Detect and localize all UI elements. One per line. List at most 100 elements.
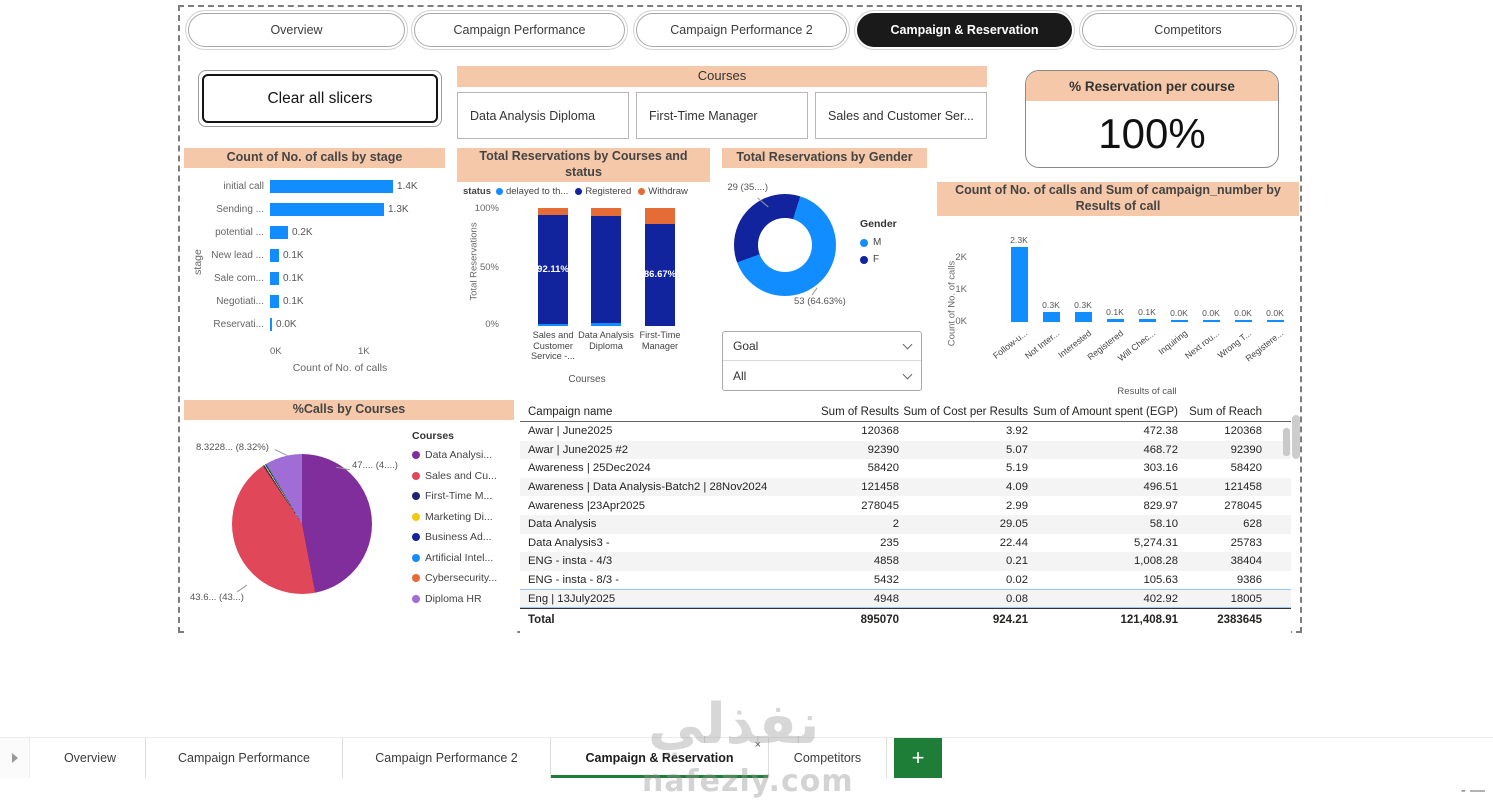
legend-item[interactable]: Business Ad... bbox=[412, 531, 497, 543]
legend-item[interactable]: F bbox=[860, 254, 897, 265]
goal-slicer: Goal All bbox=[722, 331, 922, 391]
table-header[interactable]: Campaign name Sum of Results Sum of Cost… bbox=[520, 402, 1291, 422]
legend-label: delayed to th... bbox=[505, 186, 569, 197]
status-chart-plot: Total Reservations 100% 50% 0% Courses 9… bbox=[457, 198, 710, 393]
canvas-scrollbar-thumb[interactable] bbox=[1292, 415, 1300, 459]
legend-item[interactable]: Sales and Cu... bbox=[412, 470, 497, 482]
value-cell: 4858 bbox=[873, 555, 899, 568]
table-row[interactable]: ENG - insta - 8/3 - 5432 0.02 105.63 9386 bbox=[520, 571, 1291, 590]
status-column[interactable]: 92.11% bbox=[537, 208, 569, 326]
stage-value-label: 0.0K bbox=[276, 319, 297, 330]
results-value-label: 0.1K bbox=[1106, 307, 1124, 317]
page-tab-campaign-performance-2[interactable]: Campaign Performance 2 bbox=[343, 738, 551, 778]
status-column[interactable] bbox=[591, 208, 621, 326]
legend-item[interactable]: delayed to th... bbox=[495, 186, 569, 197]
column-header[interactable]: Sum of Results bbox=[773, 406, 899, 418]
stage-bar[interactable] bbox=[270, 318, 272, 331]
top-tab-overview[interactable]: Overview bbox=[185, 10, 408, 50]
stage-bar[interactable] bbox=[270, 295, 279, 308]
column-header[interactable]: Sum of Reach bbox=[1178, 406, 1262, 418]
add-page-button[interactable]: + bbox=[894, 738, 942, 778]
results-bar[interactable] bbox=[1075, 312, 1092, 322]
legend-item[interactable]: Withdraw bbox=[638, 186, 688, 197]
table-row[interactable]: ENG - insta - 4/3 4858 0.21 1,008.28 38404 bbox=[520, 552, 1291, 571]
results-bar[interactable] bbox=[1235, 320, 1252, 322]
results-bar[interactable] bbox=[1171, 320, 1188, 322]
page-tab-overview[interactable]: Overview bbox=[35, 738, 146, 778]
y-tick: 2K bbox=[955, 252, 967, 263]
results-value-label: 0.0K bbox=[1234, 308, 1252, 318]
card-title: % Reservation per course bbox=[1026, 71, 1278, 101]
results-bar[interactable] bbox=[1043, 312, 1060, 322]
column-header[interactable]: Sum of Cost per Results bbox=[899, 406, 1028, 418]
value-cell: 120368 bbox=[1224, 425, 1262, 438]
status-segment-registered[interactable] bbox=[591, 216, 621, 324]
visual-calls-by-stage: Count of No. of calls by stage stage ini… bbox=[184, 148, 445, 393]
course-option-data-analysis-diploma[interactable]: Data Analysis Diploma bbox=[457, 92, 629, 139]
legend-item[interactable]: Data Analysi... bbox=[412, 449, 497, 461]
table-row[interactable]: Awareness |23Apr2025 278045 2.99 829.97 2780… bbox=[520, 496, 1291, 515]
status-segment-withdraw[interactable] bbox=[538, 208, 568, 215]
legend-item[interactable]: Marketing Di... bbox=[412, 511, 497, 523]
table-row[interactable]: Awareness | 25Dec2024 58420 5.19 303.16 5842… bbox=[520, 459, 1291, 478]
top-tab-campaign-performance-2[interactable]: Campaign Performance 2 bbox=[633, 10, 850, 50]
clear-all-slicers-button[interactable]: Clear all slicers bbox=[198, 70, 442, 127]
table-row[interactable]: Eng | 13July2025 4948 0.08 402.92 18005 bbox=[520, 589, 1291, 608]
status-segment-registered[interactable]: 86.67% bbox=[644, 223, 676, 326]
close-tab-icon[interactable]: × bbox=[755, 739, 761, 751]
visual-reservations-by-course-status: Total Reservations by Courses and status… bbox=[457, 148, 710, 393]
stage-bar[interactable] bbox=[270, 203, 384, 216]
stage-bar[interactable] bbox=[270, 226, 288, 239]
campaign-name-cell: Awareness | 25Dec2024 bbox=[528, 462, 651, 475]
sidebar-collapse-button[interactable] bbox=[0, 738, 30, 778]
legend-item[interactable]: M bbox=[860, 237, 897, 248]
top-tab-campaign-reservation[interactable]: Campaign & Reservation bbox=[854, 10, 1075, 50]
visual-calls-by-results: Count of No. of calls and Sum of campaig… bbox=[937, 182, 1299, 397]
status-segment-delayed-to-th-[interactable] bbox=[591, 323, 621, 326]
table-row[interactable]: Awar | June2025 120368 3.92 472.38 120368 bbox=[520, 422, 1291, 441]
x-tick: 0K bbox=[270, 346, 282, 357]
legend-dot bbox=[575, 188, 583, 195]
status-segment-delayed-to-th-[interactable] bbox=[538, 323, 568, 326]
table-row[interactable]: Data Analysis 2 29.05 58.10 628 bbox=[520, 514, 1291, 534]
goal-slicer-header[interactable]: Goal bbox=[723, 332, 921, 361]
page-tab-campaign-reservation[interactable]: Campaign & Reservation × bbox=[551, 738, 769, 778]
page-tab-campaign-performance[interactable]: Campaign Performance bbox=[146, 738, 343, 778]
page-tab-competitors[interactable]: Competitors bbox=[769, 738, 887, 778]
value-cell: 278045 bbox=[1224, 499, 1262, 512]
status-segment-registered[interactable]: 92.11% bbox=[537, 214, 569, 324]
results-bar[interactable] bbox=[1203, 320, 1220, 322]
stage-bar[interactable] bbox=[270, 180, 393, 193]
table-row[interactable]: Awar | June2025 #2 92390 5.07 468.72 92390 bbox=[520, 440, 1291, 460]
results-bar[interactable] bbox=[1107, 319, 1124, 322]
value-cell: 92390 bbox=[867, 443, 899, 456]
stage-bar[interactable] bbox=[270, 272, 279, 285]
column-header[interactable]: Sum of Amount spent (EGP) bbox=[1028, 406, 1178, 418]
course-option-first-time-manager[interactable]: First-Time Manager bbox=[636, 92, 808, 139]
calls-pie[interactable] bbox=[232, 454, 372, 594]
table-row[interactable]: Awareness | Data Analysis-Batch2 | 28Nov… bbox=[520, 477, 1291, 497]
legend-label: Business Ad... bbox=[425, 531, 492, 543]
legend-item[interactable]: Diploma HR bbox=[412, 593, 497, 605]
status-segment-withdraw[interactable] bbox=[591, 208, 621, 217]
value-cell: 38404 bbox=[1230, 555, 1262, 568]
top-tab-campaign-performance[interactable]: Campaign Performance bbox=[411, 10, 628, 50]
table-row[interactable]: Data Analysis3 - 235 22.44 5,274.31 25783 bbox=[520, 534, 1291, 553]
results-bar[interactable] bbox=[1011, 247, 1028, 322]
results-bar[interactable] bbox=[1267, 320, 1284, 322]
results-bar[interactable] bbox=[1139, 319, 1156, 322]
total-value: 121,408.91 bbox=[1120, 613, 1178, 626]
column-header[interactable]: Campaign name bbox=[528, 406, 773, 418]
table-scrollbar-thumb[interactable] bbox=[1283, 428, 1290, 456]
legend-item[interactable]: First-Time M... bbox=[412, 490, 497, 502]
top-tab-competitors[interactable]: Competitors bbox=[1079, 10, 1297, 50]
status-column[interactable]: 86.67% bbox=[644, 208, 676, 326]
status-segment-withdraw[interactable] bbox=[645, 208, 675, 224]
goal-slicer-dropdown[interactable]: All bbox=[723, 361, 921, 390]
course-option-sales-and-customer-service[interactable]: Sales and Customer Ser... bbox=[815, 92, 987, 139]
stage-bar[interactable] bbox=[270, 249, 279, 262]
legend-item[interactable]: Cybersecurity... bbox=[412, 572, 497, 584]
legend-item[interactable]: Registered bbox=[575, 186, 631, 197]
legend-item[interactable]: Artificial Intel... bbox=[412, 552, 497, 564]
status-legend: status delayed to th... Registered Withdra… bbox=[457, 182, 710, 197]
